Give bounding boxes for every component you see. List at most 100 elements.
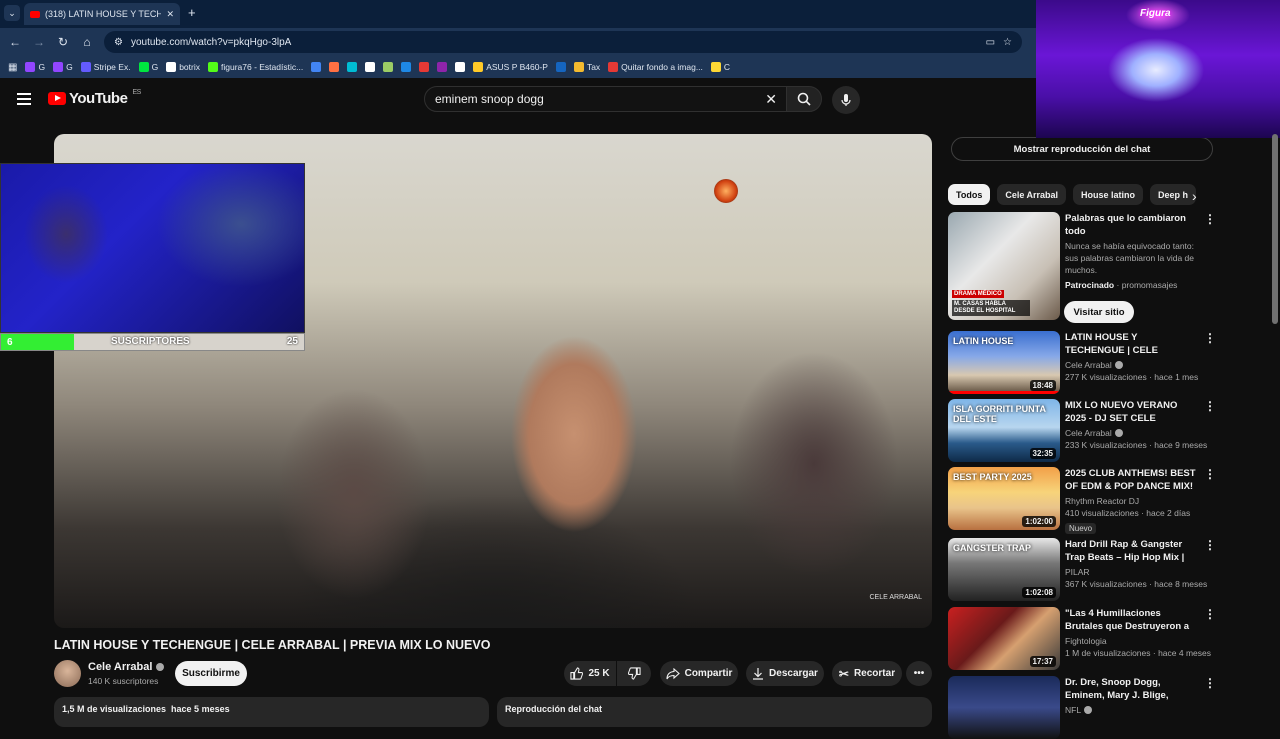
channel-name: Fightologia bbox=[1065, 636, 1107, 646]
video-thumbnail[interactable]: GANGSTER TRAP 1:02:08 bbox=[948, 538, 1060, 601]
bookmark-item[interactable]: C bbox=[710, 62, 730, 72]
chip-cele-arrabal[interactable]: Cele Arrabal bbox=[997, 184, 1067, 205]
more-vertical-icon[interactable]: ⋮ bbox=[1204, 212, 1216, 226]
like-count: 25 K bbox=[588, 668, 610, 679]
apps-grid-icon[interactable]: ▦ bbox=[8, 62, 17, 73]
video-card[interactable]: 17:37 "Las 4 Humillaciones Brutales que D… bbox=[948, 607, 1216, 670]
home-icon[interactable]: ⌂ bbox=[80, 35, 94, 49]
video-card[interactable]: Dr. Dre, Snoop Dogg, Eminem, Mary J. Bli… bbox=[948, 676, 1216, 739]
bookmark-item[interactable]: Stripe Ex. bbox=[80, 62, 131, 72]
reload-icon[interactable]: ↻ bbox=[56, 35, 70, 49]
subscribe-button[interactable]: Suscribirme bbox=[175, 661, 247, 686]
browser-tab[interactable]: (318) LATIN HOUSE Y TECHENGUE ✕ bbox=[24, 3, 180, 25]
like-button[interactable]: 25 K bbox=[564, 661, 616, 686]
more-vertical-icon[interactable]: ⋮ bbox=[1204, 607, 1216, 621]
video-card[interactable]: BEST PARTY 2025 1:02:00 2025 CLUB ANTHEMS!… bbox=[948, 467, 1216, 534]
filter-chips: Todos Cele Arrabal House latino Deep h bbox=[948, 184, 1210, 206]
visit-site-button[interactable]: Visitar sitio bbox=[1064, 301, 1134, 323]
sidebar-scrollbar[interactable] bbox=[1272, 134, 1278, 324]
video-title[interactable]: Hard Drill Rap & Gangster Trap Beats – H… bbox=[1065, 538, 1197, 565]
more-actions-button[interactable]: ••• bbox=[906, 661, 932, 686]
video-channel[interactable]: PILAR bbox=[1065, 567, 1197, 577]
video-channel[interactable]: Fightologia bbox=[1065, 636, 1197, 646]
dislike-button[interactable] bbox=[617, 661, 651, 686]
search-button[interactable] bbox=[786, 86, 822, 112]
more-vertical-icon[interactable]: ⋮ bbox=[1204, 538, 1216, 552]
bookmark-item[interactable] bbox=[311, 62, 322, 72]
bookmark-item[interactable]: figura76 - Estadístic... bbox=[207, 62, 303, 72]
bookmark-item[interactable] bbox=[383, 62, 394, 72]
bookmark-item[interactable]: Quitar fondo a imag... bbox=[608, 62, 703, 72]
video-thumbnail[interactable]: BEST PARTY 2025 1:02:00 bbox=[948, 467, 1060, 530]
bookmark-item[interactable] bbox=[401, 62, 412, 72]
ad-thumb-caption: M. CASAS HABLA DESDE EL HOSPITAL bbox=[952, 300, 1030, 316]
video-title[interactable]: LATIN HOUSE Y TECHENGUE | CELE ARRABAL |… bbox=[1065, 331, 1197, 358]
video-thumbnail[interactable]: LATIN HOUSE 18:48 bbox=[948, 331, 1060, 394]
bookmark-item[interactable]: botrix bbox=[166, 62, 200, 72]
chip-todos[interactable]: Todos bbox=[948, 184, 991, 205]
youtube-logo[interactable]: YouTube ES bbox=[48, 89, 141, 107]
bookmark-item[interactable] bbox=[455, 62, 466, 72]
video-channel[interactable]: Cele Arrabal bbox=[1065, 360, 1197, 370]
bookmark-item[interactable] bbox=[555, 62, 566, 72]
video-duration: 1:02:08 bbox=[1022, 587, 1056, 598]
bookmark-star-icon[interactable]: ☆ bbox=[1003, 37, 1012, 48]
bookmark-item[interactable]: G bbox=[53, 62, 73, 72]
bookmark-item[interactable] bbox=[419, 62, 430, 72]
bookmark-item[interactable]: G bbox=[138, 62, 158, 72]
chip-deep-house[interactable]: Deep h bbox=[1150, 184, 1197, 205]
search-input[interactable]: eminem snoop dogg ✕ bbox=[424, 86, 788, 112]
video-title[interactable]: 2025 CLUB ANTHEMS! BEST OF EDM & POP DAN… bbox=[1065, 467, 1197, 494]
video-channel[interactable]: Cele Arrabal bbox=[1065, 428, 1197, 438]
back-icon[interactable]: ← bbox=[8, 35, 22, 49]
voice-search-button[interactable] bbox=[832, 86, 860, 114]
video-channel[interactable]: Rhythm Reactor DJ bbox=[1065, 496, 1197, 506]
ad-thumbnail[interactable]: DRAMA MÉDICO M. CASAS HABLA DESDE EL HOS… bbox=[948, 212, 1060, 320]
bookmark-item[interactable]: Tax bbox=[573, 62, 600, 72]
channel-name[interactable]: Cele Arrabal bbox=[88, 661, 165, 673]
more-vertical-icon[interactable]: ⋮ bbox=[1204, 676, 1216, 690]
video-meta: 2025 CLUB ANTHEMS! BEST OF EDM & POP DAN… bbox=[1065, 467, 1197, 536]
download-button[interactable]: Descargar bbox=[746, 661, 824, 686]
menu-hamburger-icon[interactable] bbox=[17, 93, 31, 105]
video-title[interactable]: Dr. Dre, Snoop Dogg, Eminem, Mary J. Bli… bbox=[1065, 676, 1197, 703]
ad-title[interactable]: Palabras que lo cambiaron todo bbox=[1065, 212, 1197, 238]
more-vertical-icon[interactable]: ⋮ bbox=[1204, 331, 1216, 345]
clear-search-icon[interactable]: ✕ bbox=[765, 91, 777, 108]
bookmark-item[interactable] bbox=[437, 62, 448, 72]
bookmark-item[interactable] bbox=[347, 62, 358, 72]
description-box[interactable]: 1,5 M de visualizaciones hace 5 meses bbox=[54, 697, 489, 727]
channel-avatar[interactable] bbox=[54, 660, 81, 687]
chat-replay-panel[interactable]: Reproducción del chat bbox=[497, 697, 932, 727]
tab-list-button[interactable]: ⌄ bbox=[4, 5, 20, 21]
chevron-right-icon[interactable]: › bbox=[1192, 188, 1197, 204]
bookmark-item[interactable] bbox=[329, 62, 340, 72]
video-title[interactable]: MIX LO NUEVO VERANO 2025 - DJ SET CELE A… bbox=[1065, 399, 1197, 426]
video-card[interactable]: ISLA GORRITI PUNTA DEL ESTE 32:35 MIX LO N… bbox=[948, 399, 1216, 462]
new-tab-button[interactable]: + bbox=[188, 5, 196, 20]
video-channel[interactable]: NFL bbox=[1065, 705, 1197, 715]
bookmark-item[interactable] bbox=[365, 62, 376, 72]
forward-icon[interactable]: → bbox=[32, 35, 46, 49]
bookmark-favicon-icon bbox=[573, 62, 584, 72]
share-button[interactable]: Compartir bbox=[660, 661, 738, 686]
video-meta: Hard Drill Rap & Gangster Trap Beats – H… bbox=[1065, 538, 1207, 589]
video-thumbnail[interactable]: 17:37 bbox=[948, 607, 1060, 670]
close-tab-icon[interactable]: ✕ bbox=[166, 9, 174, 20]
show-chat-replay-button[interactable]: Mostrar reproducción del chat bbox=[951, 137, 1213, 161]
url-field[interactable]: ⚙ youtube.com/watch?v=pkqHgo-3lpA ▭ ☆ bbox=[104, 31, 1022, 53]
bookmark-item[interactable]: ASUS P B460-P bbox=[473, 62, 548, 72]
video-card[interactable]: LATIN HOUSE 18:48 LATIN HOUSE Y TECHENGUE … bbox=[948, 331, 1216, 394]
video-thumbnail[interactable]: ISLA GORRITI PUNTA DEL ESTE 32:35 bbox=[948, 399, 1060, 462]
chip-house-latino[interactable]: House latino bbox=[1073, 184, 1144, 205]
bookmark-item[interactable]: G bbox=[25, 62, 45, 72]
cast-icon[interactable]: ▭ bbox=[986, 37, 995, 48]
video-card[interactable]: GANGSTER TRAP 1:02:08 Hard Drill Rap & Gan… bbox=[948, 538, 1216, 601]
video-title[interactable]: "Las 4 Humillaciones Brutales que Destru… bbox=[1065, 607, 1197, 634]
video-thumbnail[interactable] bbox=[948, 676, 1060, 739]
video-title: LATIN HOUSE Y TECHENGUE | CELE ARRABAL |… bbox=[54, 638, 491, 652]
site-info-icon[interactable]: ⚙ bbox=[114, 37, 123, 48]
more-vertical-icon[interactable]: ⋮ bbox=[1204, 467, 1216, 481]
more-vertical-icon[interactable]: ⋮ bbox=[1204, 399, 1216, 413]
clip-button[interactable]: ✂ Recortar bbox=[832, 661, 902, 686]
